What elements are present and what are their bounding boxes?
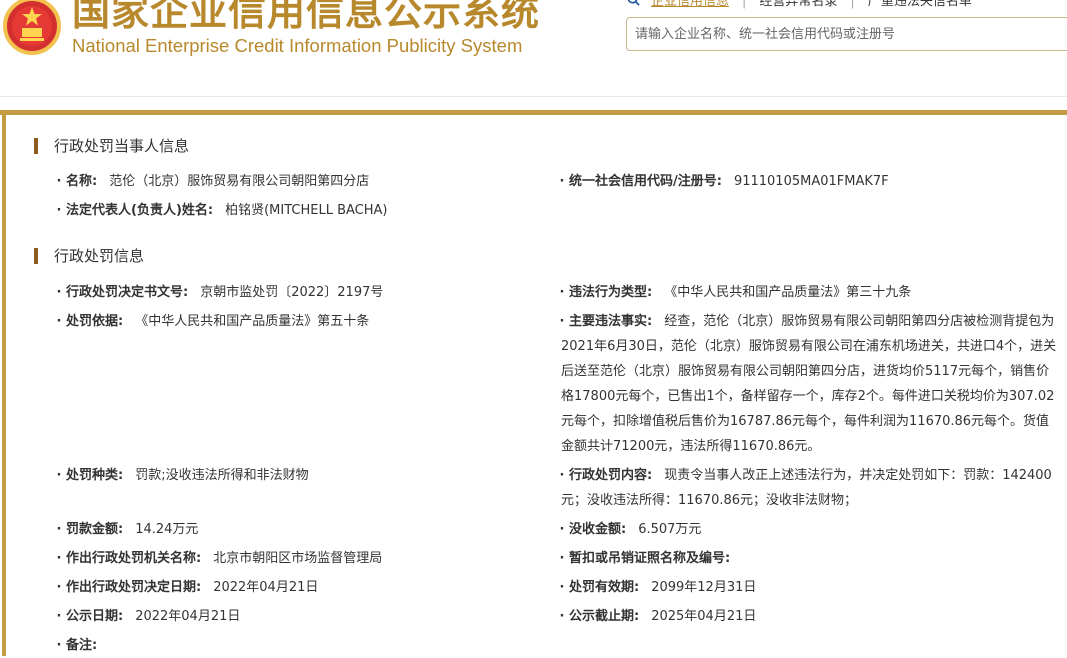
nav-blacklist[interactable]: 严重违法失信名单 <box>868 0 972 10</box>
national-emblem-icon <box>3 0 61 55</box>
field-publicity-date: · 公示日期: 2022年04月21日 <box>56 609 241 624</box>
field-legal-rep: · 法定代表人(负责人)姓名: 柏铭贤(MITCHELL BACHA) <box>56 203 388 218</box>
field-credit-code: · 统一社会信用代码/注册号: 91110105MA01FMAK7F <box>559 174 889 189</box>
field-authority-name: · 作出行政处罚机关名称: 北京市朝阳区市场监督管理局 <box>56 551 383 566</box>
field-decision-number: · 行政处罚决定书文号: 京朝市监处罚〔2022〕2197号 <box>56 285 384 300</box>
site-title-cn[interactable]: 国家企业信用信息公示系统 <box>72 0 540 38</box>
penalty-section-title: 行政处罚信息 <box>34 246 144 266</box>
site-header: 国家企业信用信息公示系统 National Enterprise Credit … <box>0 0 1067 97</box>
field-fine-amount: · 罚款金额: 14.24万元 <box>56 522 199 537</box>
field-penalty-content: · 行政处罚内容: 现责令当事人改正上述违法行为，并决定处罚如下：罚款：142400… <box>559 468 1052 508</box>
field-publicity-end: · 公示截止期: 2025年04月21日 <box>559 609 757 624</box>
content-top-border <box>0 110 1067 115</box>
field-violation-type: · 违法行为类型: 《中华人民共和国产品质量法》第三十九条 <box>559 285 912 300</box>
nav-abnormal-list[interactable]: 经营异常名录 <box>759 0 837 10</box>
field-license-revoked: · 暂扣或吊销证照名称及编号: <box>559 551 731 566</box>
party-section-title: 行政处罚当事人信息 <box>34 136 189 156</box>
field-remarks: · 备注: <box>56 638 98 653</box>
field-main-facts: · 主要违法事实: 经查，范伦（北京）服饰贸易有限公司朝阳第四分店被检测背提包为20… <box>559 314 1057 454</box>
top-nav: 企业信用信息 | 经营异常名录 | 严重违法失信名单 <box>627 0 972 9</box>
field-name: · 名称: 范伦（北京）服饰贸易有限公司朝阳第四分店 <box>56 174 370 189</box>
field-decision-date: · 作出行政处罚决定日期: 2022年04月21日 <box>56 580 319 595</box>
search-icon <box>627 0 640 6</box>
field-penalty-kind: · 处罚种类: 罚款;没收违法所得和非法财物 <box>56 468 309 483</box>
field-penalty-basis: · 处罚依据: 《中华人民共和国产品质量法》第五十条 <box>56 314 370 329</box>
site-title-en[interactable]: National Enterprise Credit Information P… <box>72 35 522 57</box>
field-confiscated-amount: · 没收金额: 6.507万元 <box>559 522 702 537</box>
search-input[interactable] <box>626 17 1067 51</box>
field-valid-until: · 处罚有效期: 2099年12月31日 <box>559 580 757 595</box>
nav-separator: | <box>742 0 747 9</box>
nav-separator: | <box>850 0 855 9</box>
nav-credit-info[interactable]: 企业信用信息 <box>651 0 729 10</box>
content-left-border <box>2 110 6 656</box>
